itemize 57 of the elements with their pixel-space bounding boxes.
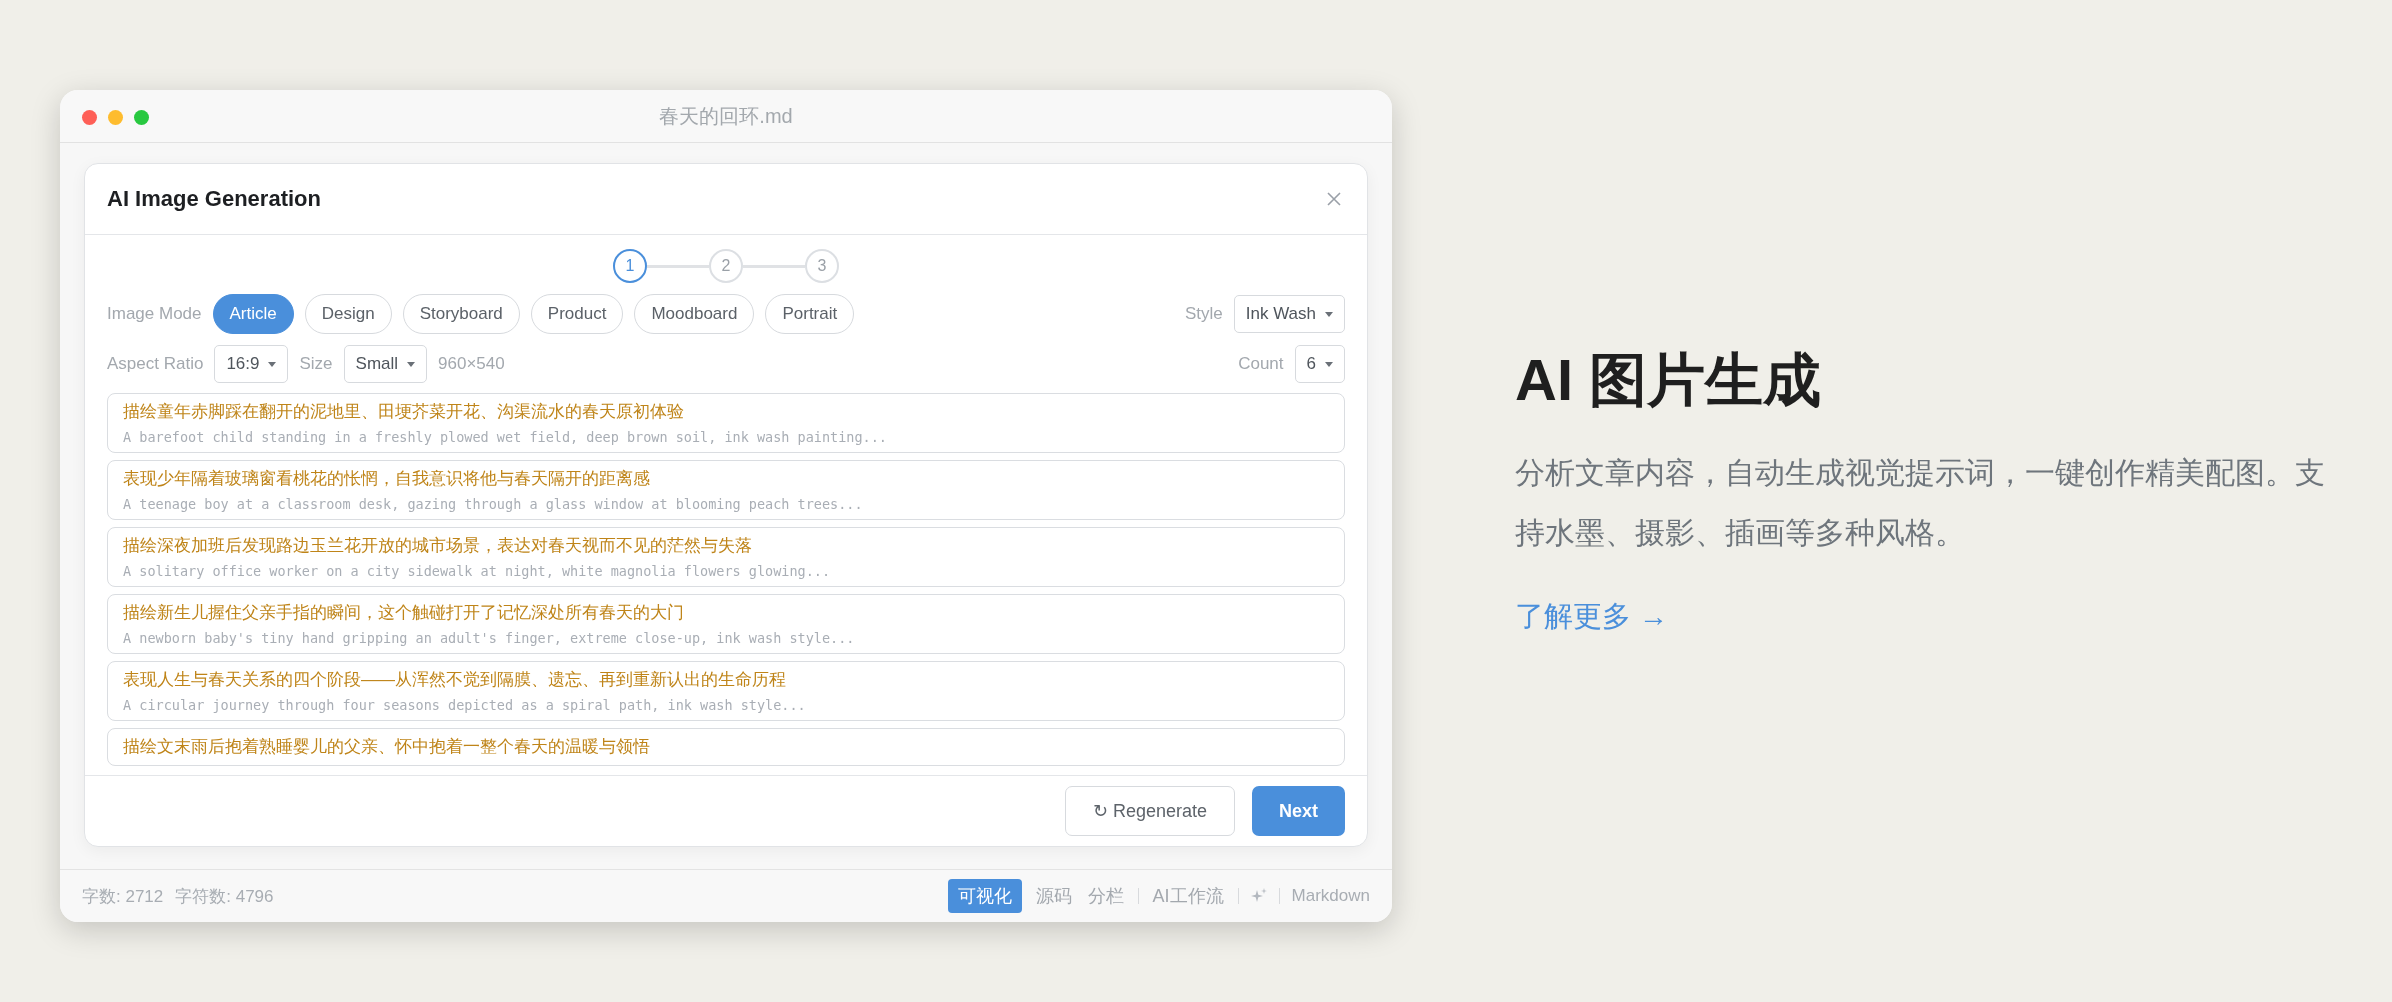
prompt-title: 描绘深夜加班后发现路边玉兰花开放的城市场景，表达对春天视而不见的茫然与失落 [123, 535, 753, 557]
field-label: Aspect Ratio [107, 354, 204, 374]
prompt-title: 描绘新生儿握住父亲手指的瞬间，这个触碰打开了记忆深处所有春天的大门 [123, 602, 685, 624]
prompt-title: 描绘文末雨后抱着熟睡婴儿的父亲、怀中抱着一整个春天的温暖与领悟 [123, 736, 651, 758]
caret-icon [407, 361, 416, 367]
window-title: 春天的回环.md [659, 103, 793, 129]
step-indicator: 1 [613, 249, 647, 283]
prompt-title: 表现少年隔着玻璃窗看桃花的怅惘，自我意识将他与春天隔开的距离感 [123, 468, 651, 490]
view-mode-tab[interactable]: 分栏 [1085, 880, 1126, 912]
prompt-card[interactable]: 描绘新生儿握住父亲手指的瞬间，这个触碰打开了记忆深处所有春天的大门 A newborn baby's tiny hand gripping an adult's finger, extreme close-up, ink wash style... [107, 594, 1345, 654]
promo-heading: AI 图片生成 [1515, 346, 1823, 414]
field-label: Count [1238, 354, 1284, 374]
view-mode-tab[interactable]: 源码 [1033, 880, 1074, 912]
aspect-ratio-dropdown[interactable]: 16:9 [214, 345, 289, 383]
mode-chip[interactable]: Product [530, 294, 624, 334]
char-count: 字符数: 4796 [175, 885, 274, 908]
count-dropdown[interactable]: 6 [1294, 345, 1345, 383]
mode-chip[interactable]: Moodboard [634, 294, 755, 334]
regenerate-button[interactable]: ↻ Regenerate [1065, 786, 1235, 836]
field-label: Style [1184, 304, 1223, 324]
prompt-card[interactable]: 描绘深夜加班后发现路边玉兰花开放的城市场景，表达对春天视而不见的茫然与失落 A solitary office worker on a city sidewalk at night, white magnolia flowers glowing... [107, 527, 1345, 587]
close-button[interactable] [82, 110, 97, 125]
prompt-card[interactable]: 描绘文末雨后抱着熟睡婴儿的父亲、怀中抱着一整个春天的温暖与领悟 [107, 728, 1345, 766]
maximize-button[interactable] [134, 110, 149, 125]
next-button[interactable]: Next [1252, 786, 1345, 836]
word-count: 字数: 2712 [82, 885, 164, 908]
step-indicator: 2 [709, 249, 743, 283]
prompt-description: A teenage boy at a classroom desk, gazing through a glass window at blooming peach trees... [123, 496, 864, 512]
caret-icon [1325, 361, 1333, 367]
format-label: Markdown [1291, 886, 1370, 906]
prompt-title: 表现人生与春天关系的四个阶段——从浑然不觉到隔膜、遗忘、再到重新认出的生命历程 [123, 669, 787, 691]
prompt-card[interactable]: 表现人生与春天关系的四个阶段——从浑然不觉到隔膜、遗忘、再到重新认出的生命历程 A circular journey through four seasons depicted as a spiral path, ink wash style... [107, 661, 1345, 721]
caret-icon [268, 361, 277, 367]
size-dropdown[interactable]: Small [343, 345, 428, 383]
view-mode-tab[interactable]: 可视化 [947, 879, 1022, 913]
prompt-title: 描绘童年赤脚踩在翻开的泥地里、田埂芥菜开花、沟渠流水的春天原初体验 [123, 401, 685, 423]
minimize-button[interactable] [108, 110, 123, 125]
mode-chip[interactable]: Design [304, 294, 392, 334]
field-label: Size [299, 354, 333, 374]
field-label: Image Mode [107, 304, 202, 324]
style-dropdown[interactable]: Ink Wash [1233, 295, 1345, 333]
resolution-text: 960×540 [438, 354, 505, 374]
ai-workflow-button[interactable]: AI工作流 [1150, 880, 1226, 912]
step-indicator: 3 [805, 249, 839, 283]
mode-chip[interactable]: Storyboard [402, 294, 520, 334]
prompt-description: A barefoot child standing in a freshly plowed wet field, deep brown soil, ink wash painting... [123, 429, 888, 445]
mode-chip[interactable]: Article [212, 294, 294, 334]
learn-more-link[interactable]: 了解更多 → [1515, 596, 1669, 637]
prompt-description: A newborn baby's tiny hand gripping an adult's finger, extreme close-up, ink wash style... [123, 630, 856, 646]
prompt-description: A circular journey through four seasons depicted as a spiral path, ink wash style... [123, 697, 807, 713]
caret-icon [1325, 311, 1333, 317]
prompt-description: A solitary office worker on a city sidewalk at night, white magnolia flowers glowing... [123, 563, 832, 579]
mode-chip[interactable]: Portrait [765, 294, 855, 334]
dialog-title: AI Image Generation [107, 186, 322, 212]
promo-description: 分析文章内容，自动生成视觉提示词，一键创作精美配图。支持水墨、摄影、插画等多种风格。 [1515, 454, 2326, 551]
prompt-card[interactable]: 表现少年隔着玻璃窗看桃花的怅惘，自我意识将他与春天隔开的距离感 A teenage boy at a classroom desk, gazing through a glass window at blooming peach trees... [107, 460, 1345, 520]
prompt-card[interactable]: 描绘童年赤脚踩在翻开的泥地里、田埂芥菜开花、沟渠流水的春天原初体验 A barefoot child standing in a freshly plowed wet field, deep brown soil, ink wash painting... [107, 393, 1345, 453]
